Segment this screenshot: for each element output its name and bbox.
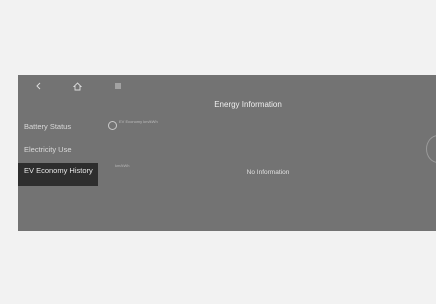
sidebar-item-ev-economy-history[interactable]: EV Economy History <box>18 163 98 186</box>
back-button[interactable] <box>31 78 47 94</box>
energy-information-screen: Energy Information Battery Status Electr… <box>18 75 436 231</box>
page-title: Energy Information <box>214 100 282 109</box>
home-button[interactable] <box>69 78 85 94</box>
sidebar-item-battery-status[interactable]: Battery Status <box>18 122 98 131</box>
sidebar-item-electricity-use[interactable]: Electricity Use <box>18 145 98 154</box>
sidebar-item-label: EV Economy History <box>24 166 93 175</box>
ev-badge-text: EV Economy km/kWh <box>119 119 158 124</box>
unit-label: km/kWh <box>115 163 130 168</box>
menu-icon <box>114 82 122 90</box>
ev-icon <box>108 121 117 130</box>
empty-message: No Information <box>246 169 290 176</box>
home-icon <box>72 81 82 91</box>
top-bar <box>18 75 436 97</box>
back-icon <box>35 82 43 90</box>
scroll-handle[interactable] <box>426 135 436 163</box>
menu-button[interactable] <box>110 78 126 94</box>
ev-economy-badge: EV Economy km/kWh <box>108 119 163 130</box>
